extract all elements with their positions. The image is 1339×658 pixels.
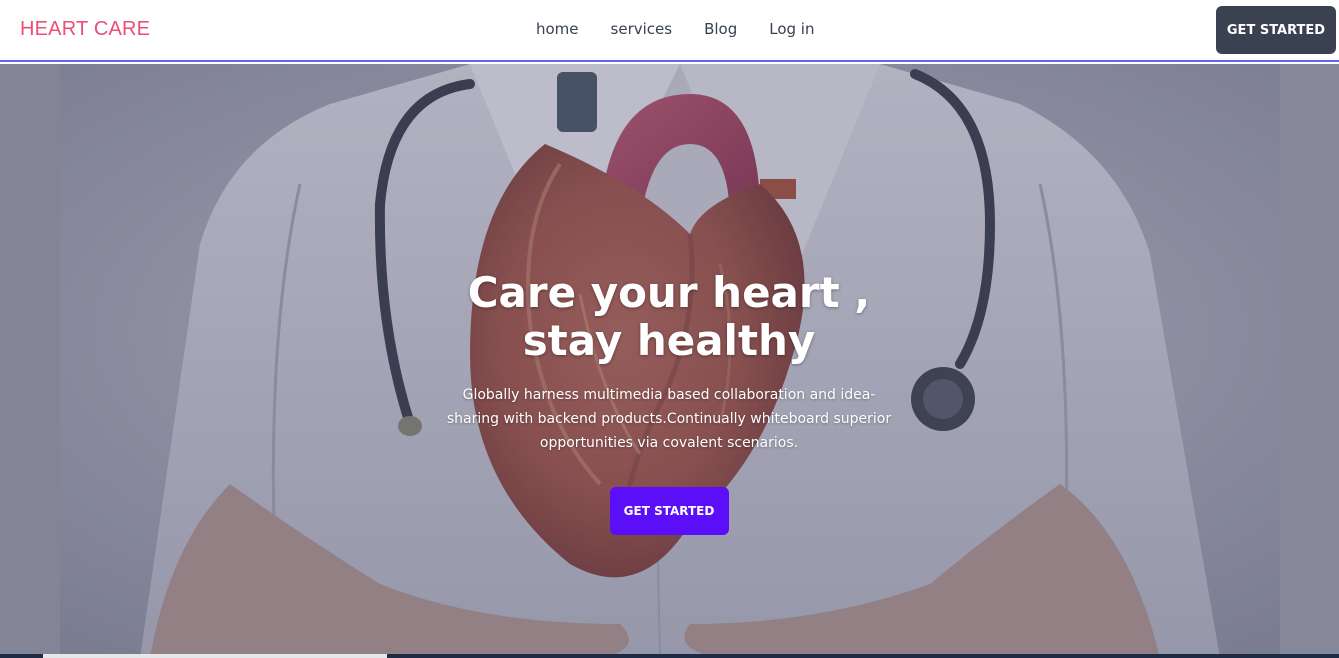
hero-title-line-2: stay healthy [522,316,816,365]
hero-get-started-button[interactable]: GET STARTED [609,487,729,535]
nav-links: home services Blog Log in [536,20,814,38]
hero-title-line-1: Care your heart , [467,268,871,317]
nav-link-services[interactable]: services [611,20,673,38]
bottom-strip [0,654,1339,658]
nav-get-started-button[interactable]: GET STARTED [1216,6,1336,54]
nav-link-home[interactable]: home [536,20,579,38]
navbar: HEART CARE home services Blog Log in GET… [0,0,1339,62]
bottom-strip-segment [43,654,387,658]
nav-link-login[interactable]: Log in [769,20,814,38]
hero-section: Care your heart , stay healthy Globally … [0,64,1339,658]
nav-link-blog[interactable]: Blog [704,20,737,38]
hero-description: Globally harness multimedia based collab… [446,387,892,451]
hero-content: Care your heart , stay healthy Globally … [419,269,919,535]
brand-logo[interactable]: HEART CARE [20,18,150,41]
hero-title: Care your heart , stay healthy [419,269,919,365]
